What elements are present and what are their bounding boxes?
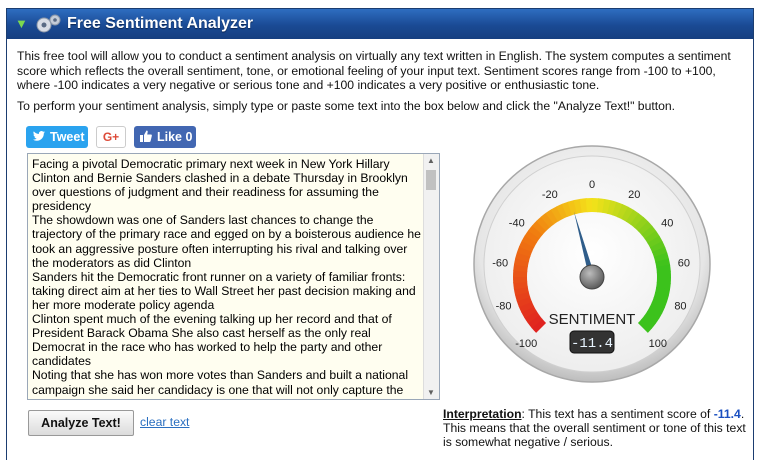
analyzer-panel: ▼ Free Sentiment Analyzer This free tool… — [6, 8, 754, 460]
gauge-color-arc-segment — [540, 212, 555, 228]
gauge-color-arc-segment — [579, 198, 588, 213]
scroll-down-icon[interactable]: ▼ — [427, 388, 435, 397]
gauge-color-arc-segment — [646, 306, 663, 320]
gauge-color-arc-segment — [545, 209, 559, 225]
text-input-area[interactable]: Facing a pivotal Democratic primary next… — [27, 153, 440, 400]
gauge-color-arc-segment — [655, 287, 671, 297]
gauge-color-arc-segment — [524, 229, 540, 244]
intro-paragraph: This free tool will allow you to conduct… — [17, 49, 731, 92]
gauge-tick-label: -80 — [496, 301, 512, 313]
gauge-color-arc-segment — [649, 301, 665, 314]
gauge-color-arc-segment — [513, 281, 528, 290]
input-text[interactable]: Facing a pivotal Democratic primary next… — [32, 157, 422, 399]
gauge-color-arc-segment — [513, 257, 529, 267]
gauge-color-arc-segment — [514, 291, 531, 302]
gauge-color-arc-segment — [597, 198, 606, 213]
gauge-tick-label: -40 — [509, 217, 525, 229]
like-label: Like 0 — [157, 130, 193, 144]
page-title: Free Sentiment Analyzer — [67, 15, 254, 32]
title-bar: ▼ Free Sentiment Analyzer — [7, 9, 753, 39]
facebook-like-button[interactable]: Like 0 — [134, 126, 196, 148]
gauge-color-arc-segment — [625, 209, 640, 225]
gauge-color-arc-segment — [656, 282, 671, 291]
gauge-label: SENTIMENT — [549, 311, 636, 328]
google-plus-button[interactable]: G+ — [96, 126, 126, 148]
gauge-color-arc-segment — [647, 235, 663, 249]
interpretation-heading: Interpretation — [443, 407, 522, 421]
gauge-color-arc-segment — [524, 310, 540, 324]
gauge-color-arc-segment — [531, 220, 547, 235]
gauge-tick-label: -100 — [515, 338, 537, 350]
interpretation-score: -11.4 — [713, 407, 741, 421]
instructions-paragraph: To perform your sentiment analysis, simp… — [17, 99, 676, 113]
gauge-color-arc-segment — [641, 225, 657, 240]
gauge-color-arc-segment — [561, 201, 573, 217]
gauge-tick-label: 60 — [678, 257, 690, 269]
gauge-color-arc-segment — [521, 234, 538, 248]
gauge-tick-label: 0 — [589, 179, 595, 191]
gauge-tick-label: 20 — [628, 189, 640, 201]
analyze-text-button[interactable]: Analyze Text! — [28, 410, 134, 436]
gauge-tick-label: -60 — [492, 257, 508, 269]
gauge-needle-hub — [579, 264, 605, 290]
gauge-color-arc-segment — [518, 301, 535, 313]
gauge-color-arc-segment — [640, 315, 656, 330]
textarea-scrollbar[interactable]: ▲ ▼ — [423, 154, 439, 399]
gauge-color-arc-segment — [528, 224, 544, 239]
gauge-color-arc-segment — [652, 246, 668, 258]
gauge-color-arc-segment — [607, 200, 618, 216]
gauge-color-arc-segment — [515, 251, 531, 262]
scrollbar-thumb[interactable] — [426, 170, 436, 190]
sentiment-gauge: -100 -80 -60 -40 -20 0 20 40 60 80 100 SENTIMENT -… — [473, 145, 711, 383]
gauge-color-arc-segment — [653, 252, 670, 263]
gauge-color-arc-segment — [637, 221, 653, 236]
gauge-color-arc-segment — [531, 318, 547, 333]
gauge-color-arc-segment — [602, 198, 612, 214]
gauge-color-arc-segment — [550, 206, 564, 222]
clear-text-link[interactable]: clear text — [140, 415, 189, 429]
gauge-color-arc-segment — [573, 198, 583, 214]
gauge-color-arc-segment — [644, 230, 660, 244]
gears-icon — [36, 14, 61, 33]
gauge-color-arc-segment — [616, 204, 629, 220]
gauge-color-arc-segment — [637, 319, 653, 333]
gauge-tick-label: 80 — [674, 301, 686, 313]
gauge-color-arc-segment — [516, 245, 533, 257]
gauge-color-arc-segment — [567, 199, 578, 216]
gauge-color-arc-segment — [513, 263, 528, 272]
gauge-color-arc-segment — [513, 286, 529, 296]
tweet-button[interactable]: Tweet — [26, 126, 88, 148]
gauge-color-arc-segment — [527, 314, 543, 329]
tweet-label: Tweet — [50, 130, 85, 144]
gauge-color-arc-segment — [621, 206, 635, 223]
gauge-color-arc-segment — [519, 240, 535, 253]
gauge-tick-label: -20 — [542, 189, 558, 201]
gauge-color-arc-segment — [521, 305, 537, 319]
gauge-readout: -11.4 — [571, 336, 613, 352]
collapse-triangle-icon[interactable]: ▼ — [15, 16, 28, 31]
gauge-color-arc-segment — [516, 296, 532, 308]
gauge-tick-label: 40 — [661, 217, 673, 229]
gauge-color-arc-segment — [612, 201, 624, 218]
gauge-color-arc-segment — [634, 216, 649, 232]
gauge-color-arc-segment — [651, 297, 668, 309]
gauge-color-arc-segment — [644, 310, 660, 325]
interpretation-pre: : This text has a sentiment score of — [521, 407, 714, 421]
scroll-up-icon[interactable]: ▲ — [427, 156, 435, 165]
gauge-color-arc-segment — [655, 258, 671, 268]
gauge-tick-label: 100 — [649, 338, 667, 350]
gauge-color-arc-segment — [649, 241, 666, 253]
twitter-bird-icon — [33, 130, 45, 144]
gauge-color-arc-segment — [653, 292, 669, 303]
gauge-color-arc-segment — [536, 216, 551, 232]
gauge-color-arc-segment — [556, 203, 568, 220]
google-plus-label: G+ — [102, 130, 120, 144]
gauge-color-arc-segment — [630, 213, 645, 229]
gauge-color-arc-segment — [656, 264, 671, 273]
interpretation-text: Interpretation: This text has a sentimen… — [443, 407, 748, 449]
thumbs-up-icon — [140, 130, 152, 145]
